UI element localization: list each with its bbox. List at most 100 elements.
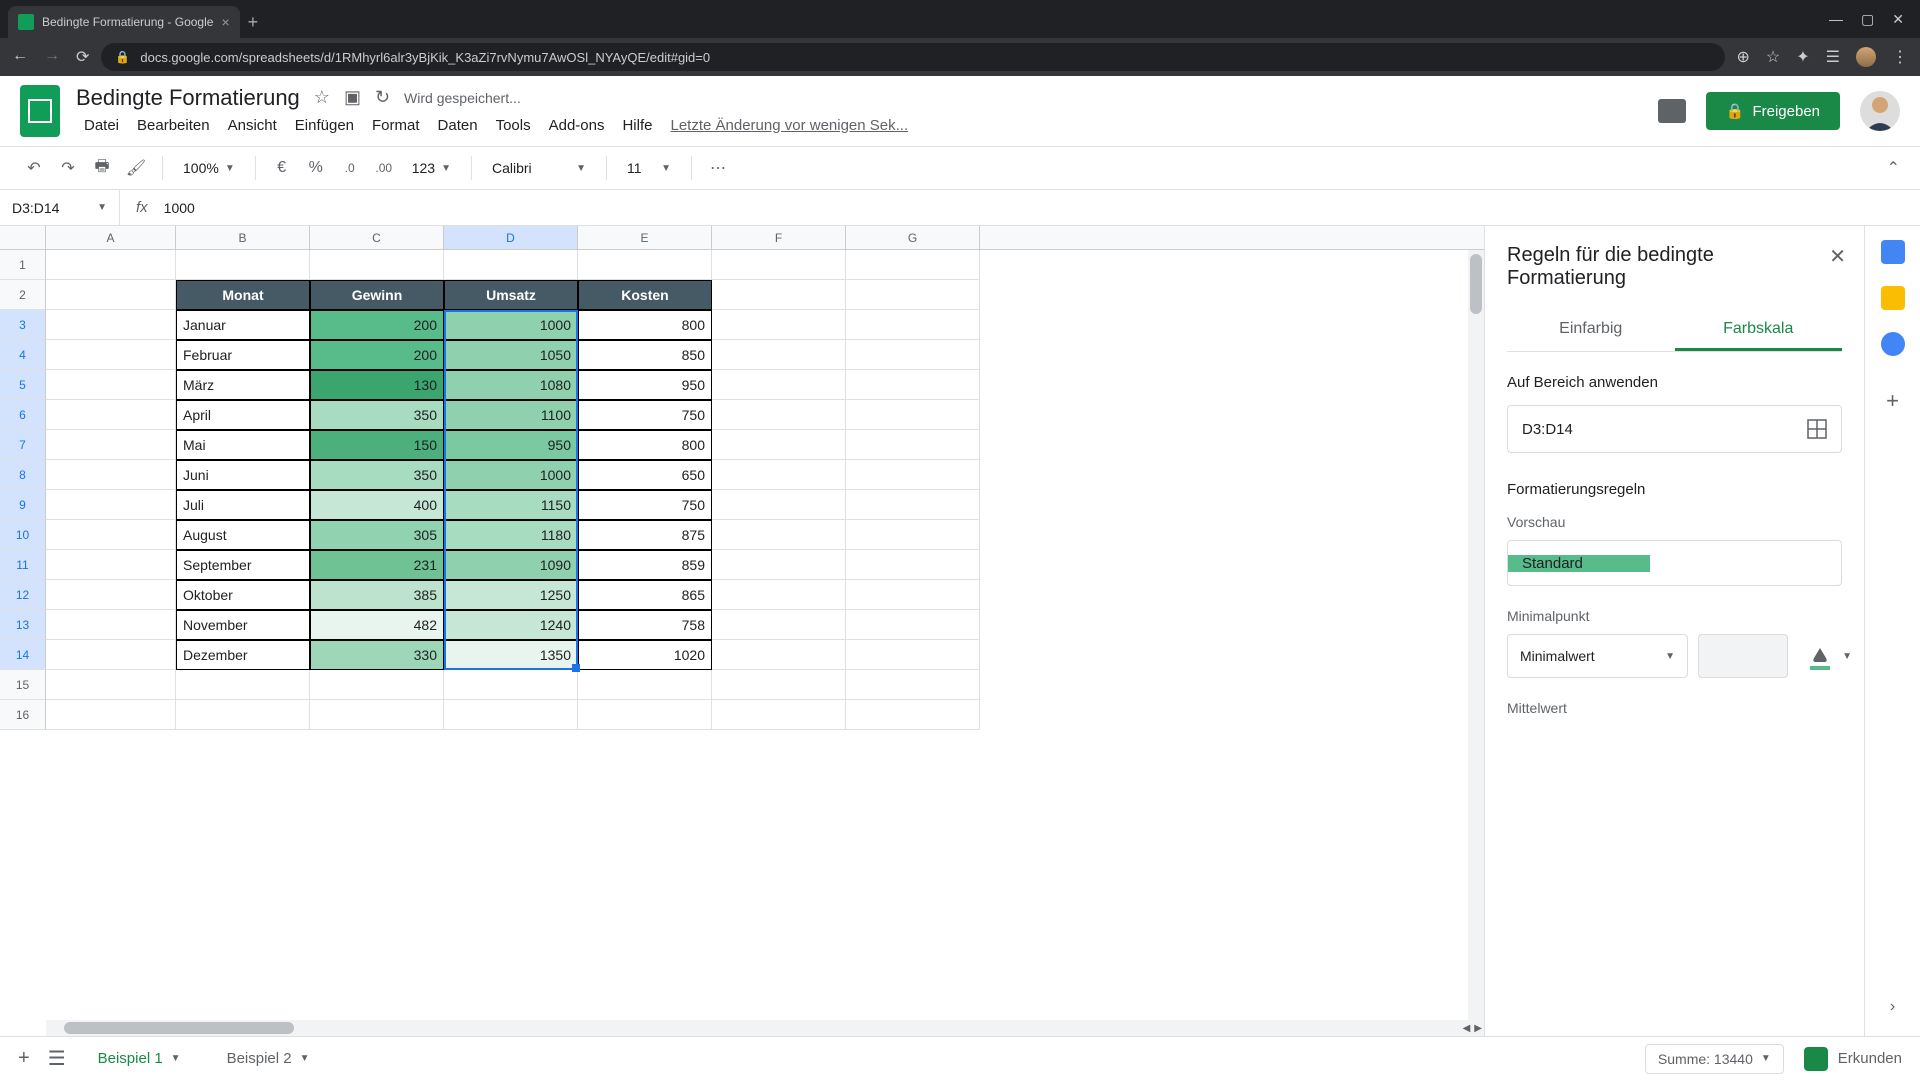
cell[interactable]: 330 [310,640,444,670]
cell[interactable]: November [176,610,310,640]
cell[interactable]: 1180 [444,520,578,550]
collapse-toolbar-icon[interactable]: ⌃ [1887,158,1900,178]
cell[interactable] [46,460,176,490]
cell[interactable] [846,700,980,730]
cell[interactable] [846,340,980,370]
cell[interactable]: Kosten [578,280,712,310]
cell[interactable] [578,670,712,700]
bookmark-star-icon[interactable]: ☆ [1766,47,1780,67]
cell[interactable] [846,310,980,340]
column-header[interactable]: B [176,226,310,249]
cell[interactable]: September [176,550,310,580]
cell[interactable] [46,250,176,280]
cell[interactable] [310,700,444,730]
row-header[interactable]: 5 [0,370,46,400]
cell[interactable] [444,670,578,700]
cell[interactable]: 350 [310,460,444,490]
menu-daten[interactable]: Daten [430,113,486,138]
url-field[interactable]: 🔒 docs.google.com/spreadsheets/d/1RMhyrl… [101,43,1724,71]
font-size-select[interactable]: 11▼ [619,160,679,176]
more-toolbar-icon[interactable]: ⋯ [704,154,732,182]
extensions-icon[interactable]: ✦ [1796,47,1809,67]
cell[interactable] [846,280,980,310]
row-header[interactable]: 6 [0,400,46,430]
cell[interactable]: 1150 [444,490,578,520]
cell[interactable]: 200 [310,310,444,340]
percent-button[interactable]: % [302,154,330,182]
expand-rail-icon[interactable]: › [1890,998,1895,1016]
sheet-tab-2[interactable]: Beispiel 2▼ [213,1044,324,1073]
column-header[interactable]: E [578,226,712,249]
row-header[interactable]: 7 [0,430,46,460]
share-button[interactable]: 🔒 Freigeben [1706,92,1840,130]
reading-list-icon[interactable]: ☰ [1826,47,1840,67]
row-header[interactable]: 1 [0,250,46,280]
cell[interactable] [712,340,846,370]
cell[interactable]: 800 [578,430,712,460]
cell[interactable] [46,280,176,310]
cell[interactable]: 400 [310,490,444,520]
maximize-icon[interactable]: ▢ [1861,11,1874,28]
tasks-icon[interactable] [1881,332,1905,356]
cell[interactable] [46,340,176,370]
row-header[interactable]: 16 [0,700,46,730]
cell[interactable] [310,670,444,700]
menu-bearbeiten[interactable]: Bearbeiten [129,113,218,138]
cell[interactable] [712,280,846,310]
formula-input[interactable]: 1000 [164,200,195,216]
preview-bar[interactable]: Standard [1507,540,1842,586]
cell[interactable] [176,250,310,280]
cell[interactable]: 750 [578,400,712,430]
redo-icon[interactable]: ↷ [54,154,82,182]
cell[interactable] [712,370,846,400]
paint-format-icon[interactable]: 🖌 [122,154,150,182]
sheets-logo-icon[interactable] [20,85,60,137]
new-tab-button[interactable]: + [248,12,259,33]
cell[interactable] [846,640,980,670]
explore-button[interactable]: Erkunden [1804,1047,1902,1071]
reload-icon[interactable]: ⟳ [76,47,89,67]
cell[interactable]: 1080 [444,370,578,400]
cell[interactable]: 758 [578,610,712,640]
horizontal-scrollbar[interactable] [46,1020,1468,1036]
cell[interactable]: 950 [578,370,712,400]
back-icon[interactable]: ← [12,47,28,67]
cell[interactable]: 350 [310,400,444,430]
cell[interactable] [46,550,176,580]
vertical-scrollbar[interactable] [1468,250,1484,1036]
cell[interactable] [846,490,980,520]
undo-icon[interactable]: ↶ [20,154,48,182]
sheet-tab-1[interactable]: Beispiel 1▼ [84,1044,195,1073]
currency-button[interactable]: € [268,154,296,182]
cell[interactable] [846,610,980,640]
cell[interactable] [46,580,176,610]
browser-tab[interactable]: Bedingte Formatierung - Google × [8,6,240,38]
cell[interactable] [578,250,712,280]
cell[interactable]: Januar [176,310,310,340]
calendar-icon[interactable] [1881,240,1905,264]
doc-title[interactable]: Bedingte Formatierung [76,85,300,111]
comments-icon[interactable] [1658,99,1686,123]
cell[interactable] [46,700,176,730]
select-all-corner[interactable] [0,226,46,249]
minpoint-value-input[interactable] [1698,634,1788,678]
cell[interactable] [712,310,846,340]
menu-hilfe[interactable]: Hilfe [614,113,660,138]
cell[interactable] [444,250,578,280]
cell[interactable]: August [176,520,310,550]
cell[interactable] [46,430,176,460]
font-select[interactable]: Calibri▼ [484,160,594,176]
cell[interactable]: Umsatz [444,280,578,310]
forward-icon[interactable]: → [44,47,60,67]
menu-tools[interactable]: Tools [488,113,539,138]
cell[interactable]: 1100 [444,400,578,430]
column-header[interactable]: A [46,226,176,249]
row-header[interactable]: 10 [0,520,46,550]
cell[interactable]: Gewinn [310,280,444,310]
cell[interactable]: Dezember [176,640,310,670]
menu-format[interactable]: Format [364,113,428,138]
tab-single-color[interactable]: Einfarbig [1507,310,1675,351]
close-tab-icon[interactable]: × [221,14,229,30]
account-avatar[interactable] [1860,91,1900,131]
column-header[interactable]: C [310,226,444,249]
